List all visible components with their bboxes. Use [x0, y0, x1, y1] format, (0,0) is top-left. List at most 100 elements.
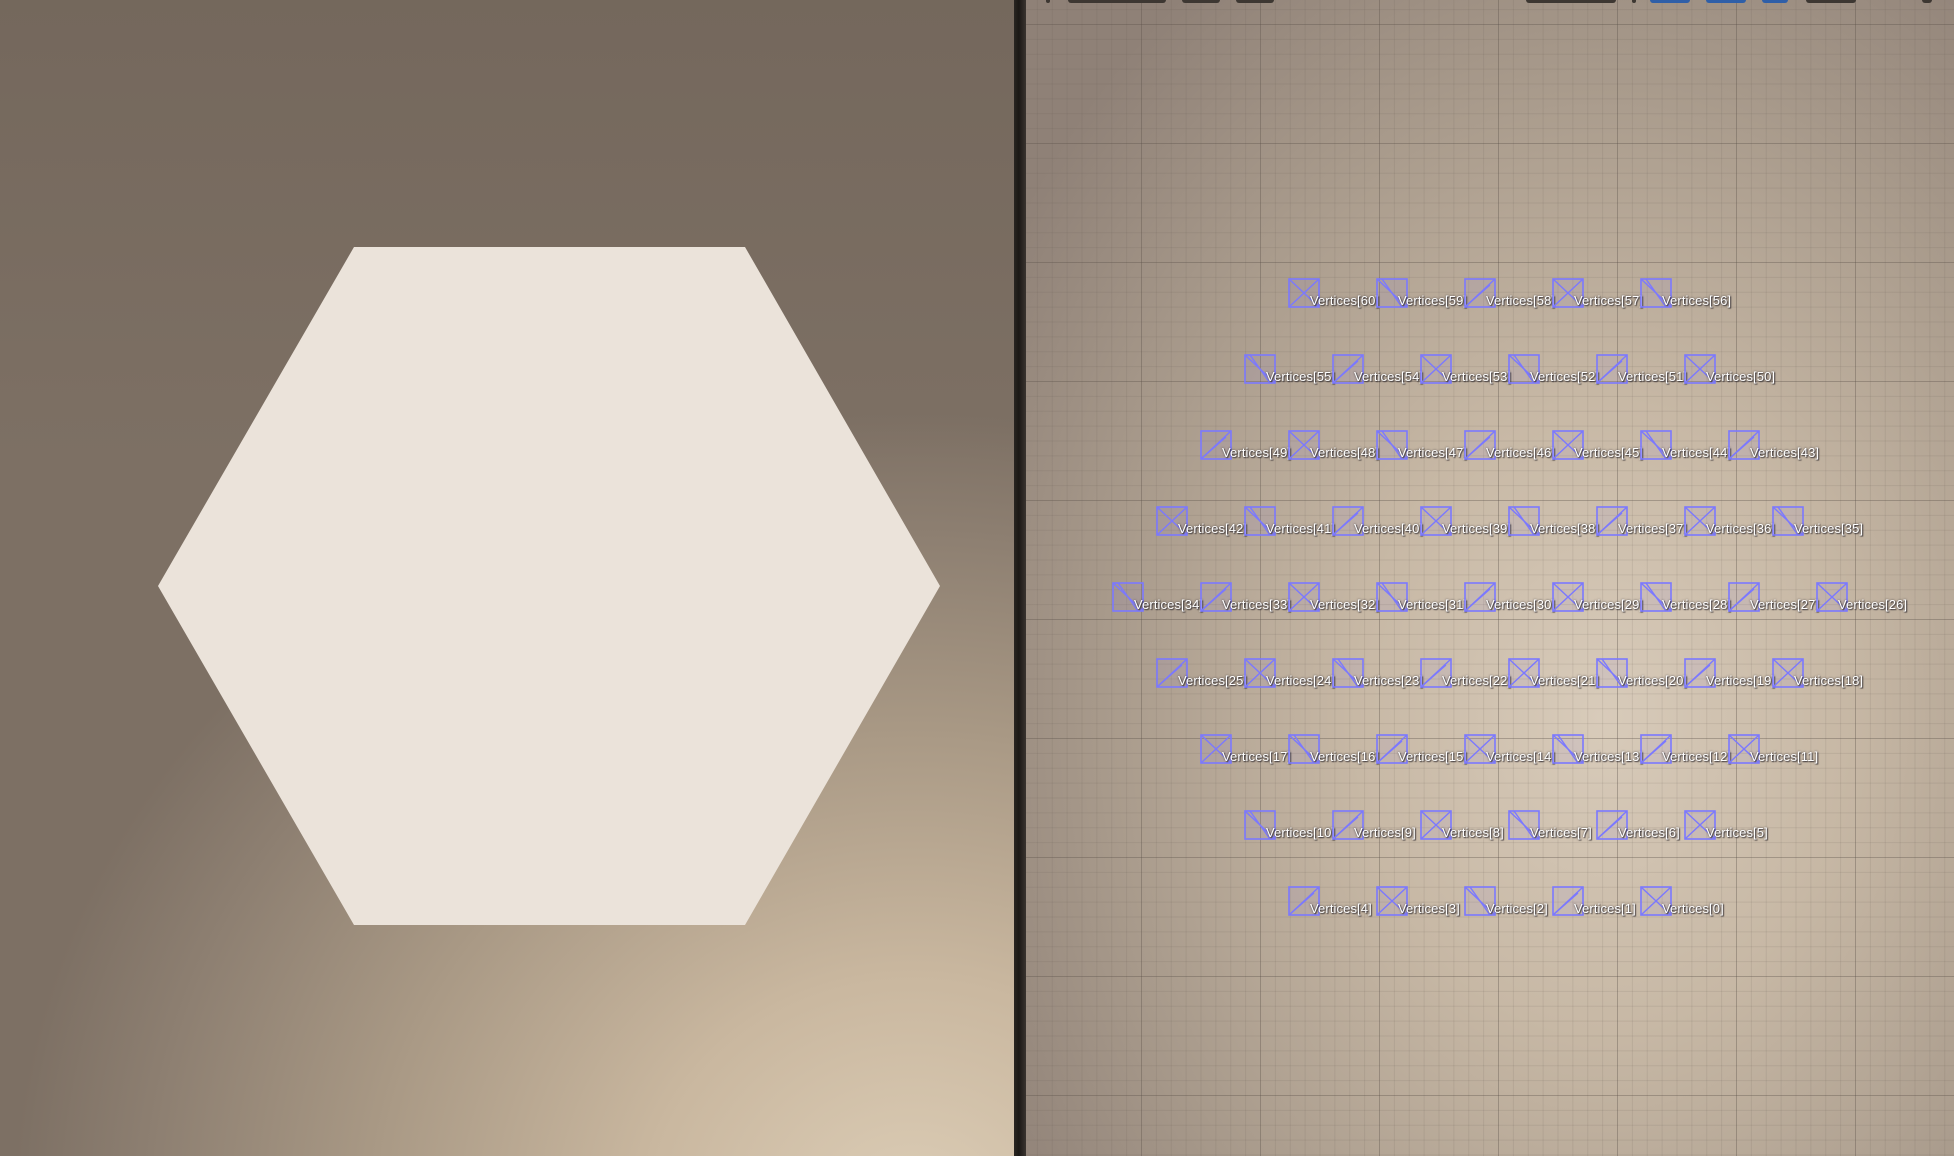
vertex-gizmo[interactable]: Vertices[55]	[1244, 353, 1335, 387]
vertex-gizmo[interactable]: Vertices[11]	[1728, 733, 1818, 767]
vertex-label: Vertices[0]	[1662, 901, 1724, 916]
vertex-gizmo[interactable]: Vertices[59]	[1376, 277, 1467, 311]
vertex-label: Vertices[58]	[1486, 293, 1556, 308]
vertex-gizmo[interactable]: Vertices[4]	[1288, 885, 1372, 919]
vertex-gizmo[interactable]: Vertices[19]	[1684, 657, 1775, 691]
vertex-gizmo[interactable]: Vertices[0]	[1640, 885, 1724, 919]
vertex-gizmo[interactable]: Vertices[41]	[1244, 505, 1335, 539]
vertex-gizmo[interactable]: Vertices[29]	[1552, 581, 1643, 615]
vertex-gizmo[interactable]: Vertices[3]	[1376, 885, 1460, 919]
vertex-gizmo[interactable]: Vertices[8]	[1420, 809, 1504, 843]
vertex-gizmo[interactable]: Vertices[49]	[1200, 429, 1291, 463]
vertex-gizmo[interactable]: Vertices[31]	[1376, 581, 1467, 615]
vertex-gizmo[interactable]: Vertices[13]	[1552, 733, 1643, 767]
vertex-label: Vertices[5]	[1706, 825, 1768, 840]
vertex-gizmo[interactable]: Vertices[33]	[1200, 581, 1291, 615]
vertex-gizmo[interactable]: Vertices[45]	[1552, 429, 1643, 463]
vertex-label: Vertices[3]	[1398, 901, 1460, 916]
vertex-label: Vertices[38]	[1530, 521, 1600, 536]
vertex-gizmo[interactable]: Vertices[56]	[1640, 277, 1731, 311]
left-viewport-3d-preview[interactable]	[0, 0, 1014, 1156]
vertex-gizmo[interactable]: Vertices[25]	[1156, 657, 1247, 691]
vertex-label: Vertices[24]	[1266, 673, 1336, 688]
vertex-label: Vertices[54]	[1354, 369, 1424, 384]
vertex-gizmo[interactable]: Vertices[54]	[1332, 353, 1423, 387]
vertex-label: Vertices[18]	[1794, 673, 1864, 688]
vertex-gizmo[interactable]: Vertices[9]	[1332, 809, 1416, 843]
vertex-label: Vertices[31]	[1398, 597, 1468, 612]
vertex-gizmo[interactable]: Vertices[36]	[1684, 505, 1775, 539]
vertex-gizmo[interactable]: Vertices[18]	[1772, 657, 1863, 691]
vertex-label: Vertices[49]	[1222, 445, 1292, 460]
vertex-gizmo[interactable]: Vertices[16]	[1288, 733, 1379, 767]
vertex-gizmo[interactable]: Vertices[47]	[1376, 429, 1467, 463]
hexagon-shape[interactable]	[158, 247, 940, 925]
vertex-label: Vertices[19]	[1706, 673, 1776, 688]
vertex-gizmo[interactable]: Vertices[50]	[1684, 353, 1775, 387]
vertex-gizmo[interactable]: Vertices[6]	[1596, 809, 1680, 843]
vertex-label: Vertices[32]	[1310, 597, 1380, 612]
vertex-gizmo[interactable]: Vertices[52]	[1508, 353, 1599, 387]
vertex-label: Vertices[20]	[1618, 673, 1688, 688]
vertex-gizmo[interactable]: Vertices[60]	[1288, 277, 1379, 311]
vertex-label: Vertices[9]	[1354, 825, 1416, 840]
vertex-gizmo[interactable]: Vertices[46]	[1464, 429, 1555, 463]
vertex-gizmo[interactable]: Vertices[57]	[1552, 277, 1643, 311]
vertex-label: Vertices[25]	[1178, 673, 1248, 688]
vertex-label: Vertices[34]	[1134, 597, 1204, 612]
vertex-gizmo[interactable]: Vertices[2]	[1464, 885, 1548, 919]
vertex-label: Vertices[15]	[1398, 749, 1468, 764]
vertex-gizmo[interactable]: Vertices[23]	[1332, 657, 1423, 691]
vertex-gizmo[interactable]: Vertices[5]	[1684, 809, 1768, 843]
vertex-label: Vertices[59]	[1398, 293, 1468, 308]
vertex-gizmo[interactable]: Vertices[32]	[1288, 581, 1379, 615]
vertex-gizmo[interactable]: Vertices[7]	[1508, 809, 1592, 843]
hexagon-mesh[interactable]	[0, 0, 1014, 1156]
vertex-gizmo[interactable]: Vertices[34]	[1112, 581, 1203, 615]
vertex-gizmo[interactable]: Vertices[20]	[1596, 657, 1687, 691]
vertex-label: Vertices[1]	[1574, 901, 1636, 916]
vertex-gizmo[interactable]: Vertices[51]	[1596, 353, 1687, 387]
vertex-gizmo[interactable]: Vertices[14]	[1464, 733, 1555, 767]
vertex-gizmo[interactable]: Vertices[27]	[1728, 581, 1819, 615]
vertex-gizmo[interactable]: Vertices[53]	[1420, 353, 1511, 387]
vertex-gizmo[interactable]: Vertices[40]	[1332, 505, 1423, 539]
vertex-gizmo[interactable]: Vertices[58]	[1464, 277, 1555, 311]
vertex-gizmo[interactable]: Vertices[10]	[1244, 809, 1335, 843]
vertex-label: Vertices[60]	[1310, 293, 1380, 308]
vertex-gizmo[interactable]: Vertices[44]	[1640, 429, 1731, 463]
vertex-label: Vertices[22]	[1442, 673, 1512, 688]
vertex-label: Vertices[39]	[1442, 521, 1512, 536]
vertex-label: Vertices[51]	[1618, 369, 1688, 384]
vertex-label: Vertices[7]	[1530, 825, 1592, 840]
vertex-label: Vertices[21]	[1530, 673, 1600, 688]
vertex-gizmo[interactable]: Vertices[12]	[1640, 733, 1731, 767]
vertex-gizmo[interactable]: Vertices[26]	[1816, 581, 1907, 615]
vertex-label: Vertices[30]	[1486, 597, 1556, 612]
vertex-label: Vertices[13]	[1574, 749, 1644, 764]
vertex-label: Vertices[4]	[1310, 901, 1372, 916]
vertex-gizmo[interactable]: Vertices[35]	[1772, 505, 1863, 539]
vertex-gizmo[interactable]: Vertices[43]	[1728, 429, 1819, 463]
vertex-gizmo[interactable]: Vertices[21]	[1508, 657, 1599, 691]
vertex-gizmo[interactable]: Vertices[48]	[1288, 429, 1379, 463]
vertex-gizmo[interactable]: Vertices[37]	[1596, 505, 1687, 539]
vertex-gizmo[interactable]: Vertices[17]	[1200, 733, 1291, 767]
vertex-gizmo[interactable]: Vertices[39]	[1420, 505, 1511, 539]
vertex-label: Vertices[35]	[1794, 521, 1864, 536]
vertex-gizmo[interactable]: Vertices[24]	[1244, 657, 1335, 691]
vertex-gizmo[interactable]: Vertices[15]	[1376, 733, 1467, 767]
vertex-gizmo[interactable]: Vertices[22]	[1420, 657, 1511, 691]
vertex-gizmo[interactable]: Vertices[30]	[1464, 581, 1555, 615]
vertex-gizmo[interactable]: Vertices[28]	[1640, 581, 1731, 615]
vertex-label: Vertices[14]	[1486, 749, 1556, 764]
vertex-label: Vertices[28]	[1662, 597, 1732, 612]
vertex-gizmo[interactable]: Vertices[42]	[1156, 505, 1247, 539]
right-viewport-vertex-editor[interactable]: Vertices[60] Vertices[59] Vertices[58] Vert…	[1026, 0, 1954, 1156]
vertex-layer: Vertices[60] Vertices[59] Vertices[58] Vert…	[1026, 0, 1954, 1156]
vertex-gizmo[interactable]: Vertices[38]	[1508, 505, 1599, 539]
viewport-splitter[interactable]	[1014, 0, 1026, 1156]
vertex-gizmo[interactable]: Vertices[1]	[1552, 885, 1636, 919]
vertex-label: Vertices[6]	[1618, 825, 1680, 840]
vertex-label: Vertices[53]	[1442, 369, 1512, 384]
